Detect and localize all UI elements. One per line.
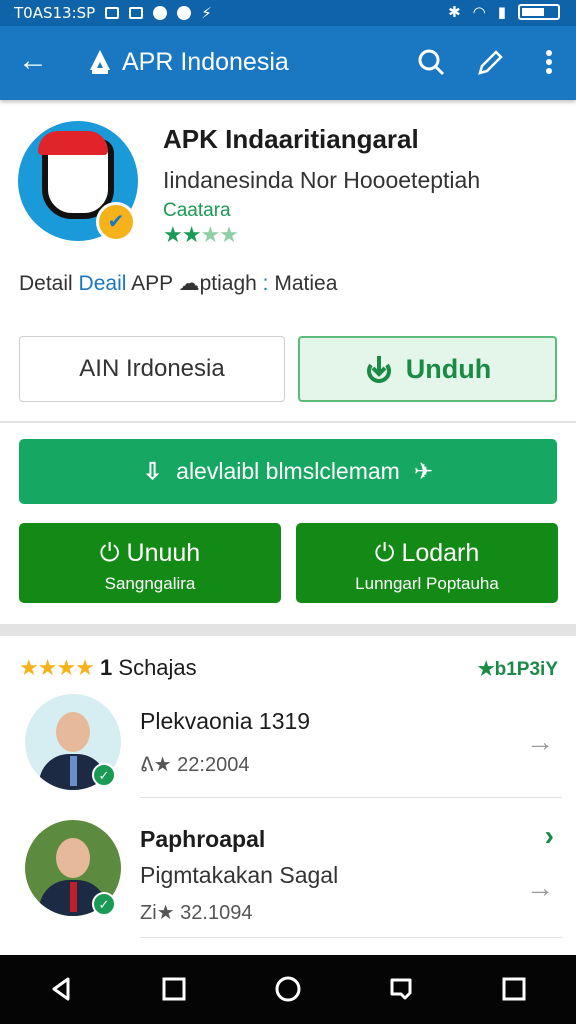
unduh-button[interactable]: Unduh: [298, 336, 557, 402]
list-separator: [140, 937, 562, 938]
back-arrow-icon[interactable]: ←: [18, 43, 48, 79]
list-separator: [140, 797, 562, 798]
back-triangle-icon[interactable]: [44, 971, 78, 1007]
review-name[interactable]: Plekvaonia 1319: [140, 708, 310, 735]
assist-icon[interactable]: [384, 971, 418, 1007]
cloud-icon: ☁: [178, 272, 200, 295]
circle-icon: [153, 6, 168, 20]
chevron-right-icon[interactable]: →: [526, 726, 554, 758]
region-button-label: AIN Irdonesia: [79, 355, 225, 382]
signal-icon: ▮: [497, 3, 506, 21]
chat-icon: [177, 6, 192, 20]
wide-action-button[interactable]: ⇩ alevlaibl blmslclemam ✈: [19, 439, 557, 504]
app-rating-stars: ★★★★: [163, 222, 239, 247]
chevron-right-icon[interactable]: →: [526, 872, 554, 904]
more-vert-icon[interactable]: [534, 45, 564, 79]
app-bar-title: APR Indonesia: [122, 48, 289, 76]
deail-label[interactable]: Deail: [79, 272, 127, 295]
recents-square-icon[interactable]: [157, 971, 191, 1007]
app-name: APK Indaaritiangaral: [163, 124, 419, 154]
matiea-label[interactable]: Matiea: [274, 272, 337, 295]
image-icon: [105, 7, 120, 19]
power-icon: ⏻: [99, 539, 120, 567]
unduh-button-label: Unduh: [405, 353, 492, 384]
ptiagh-label[interactable]: ptiagh: [200, 272, 257, 295]
review-meta: Zi★ 32.1094: [140, 902, 253, 924]
note-icon: [129, 7, 144, 19]
lodarh-sub: Lunngarl Poptauha: [355, 574, 499, 593]
reviews-title: Schajas: [118, 655, 197, 680]
verified-badge-icon: ✔: [96, 202, 136, 242]
reviews-count: 1: [100, 655, 113, 680]
wifi-icon: ◠: [472, 3, 486, 21]
reviews-header: ★★★★ 1 Schajas: [19, 655, 197, 681]
system-nav-bar: [0, 955, 576, 1024]
power-icon: ⏻: [374, 539, 395, 567]
chevron-right-icon[interactable]: ›: [545, 820, 554, 852]
wide-action-label: alevlaibl blmslclemam: [176, 458, 400, 484]
app-developer[interactable]: Caatara: [163, 200, 231, 222]
unuuh-sub: Sangngalira: [104, 574, 196, 593]
detail-row: Detail Deail APP ☁ptiagh : Matiea: [19, 271, 337, 296]
carrier-text: T0AS13:SP: [14, 4, 96, 22]
app-subtitle: Iindanesinda Nor Hoooeteptiah: [163, 167, 481, 193]
unuuh-label: Unuuh: [126, 539, 201, 567]
review-subtitle: Pigmtakakan Sagal: [140, 862, 339, 888]
search-icon[interactable]: [416, 45, 446, 79]
verified-icon: ✓: [92, 763, 116, 787]
bluetooth-icon: ✱: [448, 3, 461, 21]
section-divider: [0, 624, 576, 636]
region-button[interactable]: AIN Irdonesia: [19, 336, 285, 402]
unuuh-button[interactable]: ⏻ Unuuh Sangngalira: [19, 523, 281, 603]
app-logo-icon: [90, 50, 110, 74]
app-bar: ← APR Indonesia: [0, 26, 576, 100]
plane-icon: ✈: [413, 458, 434, 484]
app-label[interactable]: APP: [131, 272, 173, 295]
edit-icon[interactable]: [474, 45, 504, 79]
download-small-icon: ⇩: [142, 458, 163, 484]
review-meta: ᕕ★ 22:2004: [140, 754, 250, 776]
divider: [0, 421, 576, 423]
status-bar: T0AS13:SP ⚡ ✱ ◠ ▮: [0, 0, 576, 26]
battery-icon: [518, 4, 560, 20]
reviews-code[interactable]: ★b1P3iY: [478, 658, 558, 681]
reviews-stars: ★★★★: [19, 655, 95, 680]
lodarh-button[interactable]: ⏻ Lodarh Lunngarl Poptauha: [296, 523, 558, 603]
overview-square-icon[interactable]: [497, 971, 531, 1007]
download-icon: [366, 356, 391, 383]
detail-label[interactable]: Detail: [19, 272, 73, 295]
verified-icon: ✓: [92, 892, 116, 916]
review-name[interactable]: Paphroapal: [140, 826, 265, 853]
separator-text: :: [262, 272, 269, 295]
lodarh-label: Lodarh: [401, 539, 480, 567]
flash-icon: ⚡: [201, 4, 212, 22]
home-circle-icon[interactable]: [271, 971, 305, 1007]
